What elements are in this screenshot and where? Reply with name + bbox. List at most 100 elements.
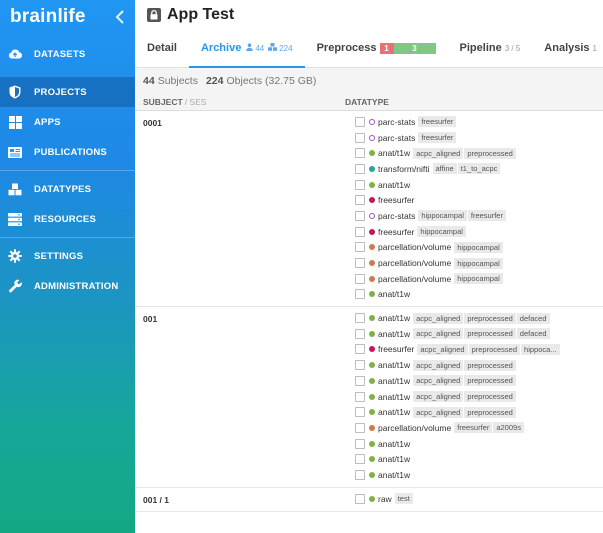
datatype-tag: acpc_aligned xyxy=(413,375,464,387)
preprocess-done-count: 3 xyxy=(393,42,436,54)
datatype-tags: acpc_aligned preprocessed defaced xyxy=(410,328,550,340)
select-checkbox[interactable] xyxy=(355,493,365,504)
datatype-tag: preprocessed xyxy=(464,312,516,324)
object-row[interactable]: anat/t1w acpc_aligned preprocessed xyxy=(355,373,560,389)
object-row[interactable]: parcellation/volume freesurfer a2009s xyxy=(355,420,560,436)
object-row[interactable]: anat/t1w xyxy=(355,451,560,467)
object-row[interactable]: transform/nifti affine t1_to_acpc xyxy=(355,161,516,177)
datatype-tag: acpc_aligned xyxy=(413,406,464,418)
select-checkbox[interactable] xyxy=(355,289,365,300)
datatype-color-dot xyxy=(369,495,375,502)
collapse-sidebar-icon[interactable] xyxy=(113,9,127,24)
object-row[interactable]: freesurfer xyxy=(355,192,516,208)
object-row[interactable]: anat/t1w acpc_aligned preprocessed xyxy=(355,145,516,161)
select-checkbox[interactable] xyxy=(355,163,365,174)
select-checkbox[interactable] xyxy=(355,132,365,143)
select-checkbox[interactable] xyxy=(355,344,365,355)
datatype-tag: freesurfer xyxy=(467,210,506,222)
subject-id[interactable]: 001 xyxy=(135,307,355,487)
server-icon xyxy=(8,212,22,226)
object-row[interactable]: anat/t1w acpc_aligned preprocessed xyxy=(355,404,560,420)
sidebar: brainlife DATASETS PROJECTS APPS PUBLICA… xyxy=(0,0,135,533)
select-checkbox[interactable] xyxy=(355,469,365,480)
tab-label: Analysis xyxy=(544,42,590,54)
datatype-tags: test xyxy=(392,493,413,505)
sidebar-item-settings[interactable]: SETTINGS xyxy=(0,241,135,271)
tab-archive[interactable]: Archive 44 224 xyxy=(188,29,305,68)
object-row[interactable]: anat/t1w acpc_aligned preprocessed xyxy=(355,389,560,405)
sidebar-item-apps[interactable]: APPS xyxy=(0,107,135,137)
object-row[interactable]: raw test xyxy=(355,491,413,507)
column-header-subject: SUBJECT / SES xyxy=(135,97,345,107)
datatype-tag: preprocessed xyxy=(464,359,516,371)
select-checkbox[interactable] xyxy=(355,258,365,269)
select-checkbox[interactable] xyxy=(355,328,365,339)
select-checkbox[interactable] xyxy=(355,454,365,465)
object-row[interactable]: anat/t1w acpc_aligned preprocessed xyxy=(355,357,560,373)
object-row[interactable]: parcellation/volume hippocampal xyxy=(355,240,516,256)
subject-group: 001 anat/t1w acpc_aligned preprocessed defac… xyxy=(135,307,603,488)
tab-analysis[interactable]: Analysis 1 xyxy=(532,29,603,67)
select-checkbox[interactable] xyxy=(355,375,365,386)
select-checkbox[interactable] xyxy=(355,360,365,371)
datatype-tag: preprocessed xyxy=(468,343,521,355)
datatype-name: anat/t1w xyxy=(378,407,411,418)
sidebar-item-label: ADMINISTRATION xyxy=(34,280,119,292)
object-row[interactable]: anat/t1w acpc_aligned preprocessed defaced xyxy=(355,326,560,342)
select-checkbox[interactable] xyxy=(355,407,365,418)
tab-preprocess[interactable]: Preprocess 1 3 xyxy=(305,29,448,67)
datatype-tag: defaced xyxy=(516,328,550,340)
brand-logo[interactable]: brainlife xyxy=(10,6,86,28)
sidebar-item-label: DATASETS xyxy=(34,48,86,60)
tab-pipeline[interactable]: Pipeline 3 / 5 xyxy=(448,29,533,67)
newspaper-icon xyxy=(8,145,22,159)
select-checkbox[interactable] xyxy=(355,242,365,253)
subject-id[interactable]: 001 / 1 xyxy=(135,488,355,511)
select-checkbox[interactable] xyxy=(355,391,365,402)
object-row[interactable]: parc-stats hippocampal freesurfer xyxy=(355,208,516,224)
select-checkbox[interactable] xyxy=(355,116,365,127)
object-row[interactable]: anat/t1w acpc_aligned preprocessed defaced xyxy=(355,310,560,326)
select-checkbox[interactable] xyxy=(355,438,365,449)
sidebar-item-label: PROJECTS xyxy=(34,86,87,98)
object-row[interactable]: freesurfer acpc_aligned preprocessed hippoc… xyxy=(355,342,560,358)
user-icon xyxy=(246,43,254,53)
datatype-color-dot xyxy=(369,228,375,235)
shield-icon xyxy=(8,85,22,99)
object-row[interactable]: parcellation/volume hippocampal xyxy=(355,255,516,271)
sidebar-item-datatypes[interactable]: DATATYPES xyxy=(0,174,135,204)
select-checkbox[interactable] xyxy=(355,148,365,159)
select-checkbox[interactable] xyxy=(355,313,365,324)
select-checkbox[interactable] xyxy=(355,422,365,433)
object-row[interactable]: parc-stats freesurfer xyxy=(355,130,516,146)
object-row[interactable]: anat/t1w xyxy=(355,177,516,193)
cubes-icon xyxy=(8,182,22,196)
datatype-tags: acpc_aligned preprocessed xyxy=(410,359,516,371)
object-row[interactable]: freesurfer hippocampal xyxy=(355,224,516,240)
datatype-tag: hippoca... xyxy=(521,343,560,355)
object-row[interactable]: anat/t1w xyxy=(355,436,560,452)
sidebar-item-projects[interactable]: PROJECTS xyxy=(0,77,135,107)
select-checkbox[interactable] xyxy=(355,179,365,190)
object-row[interactable]: parcellation/volume hippocampal xyxy=(355,271,516,287)
datatype-tag: acpc_aligned xyxy=(417,343,468,355)
sidebar-item-datasets[interactable]: DATASETS xyxy=(0,39,135,69)
datatype-tags: affine t1_to_acpc xyxy=(430,163,501,175)
object-row[interactable]: anat/t1w xyxy=(355,467,560,483)
tab-detail[interactable]: Detail xyxy=(135,29,189,67)
object-row[interactable]: parc-stats freesurfer xyxy=(355,114,516,130)
datatype-tag: hippocampal xyxy=(454,273,503,285)
select-checkbox[interactable] xyxy=(355,273,365,284)
sidebar-item-label: DATATYPES xyxy=(34,183,92,195)
datatype-name: parcellation/volume xyxy=(378,422,452,433)
sidebar-item-administration[interactable]: ADMINISTRATION xyxy=(0,271,135,301)
select-checkbox[interactable] xyxy=(355,226,365,237)
sidebar-item-publications[interactable]: PUBLICATIONS xyxy=(0,137,135,167)
subject-id[interactable]: 0001 xyxy=(135,111,355,306)
datatype-name: parcellation/volume xyxy=(378,273,452,284)
sidebar-item-resources[interactable]: RESOURCES xyxy=(0,204,135,234)
select-checkbox[interactable] xyxy=(355,210,365,221)
datatype-name: anat/t1w xyxy=(378,391,411,402)
object-row[interactable]: anat/t1w xyxy=(355,287,516,303)
select-checkbox[interactable] xyxy=(355,195,365,206)
